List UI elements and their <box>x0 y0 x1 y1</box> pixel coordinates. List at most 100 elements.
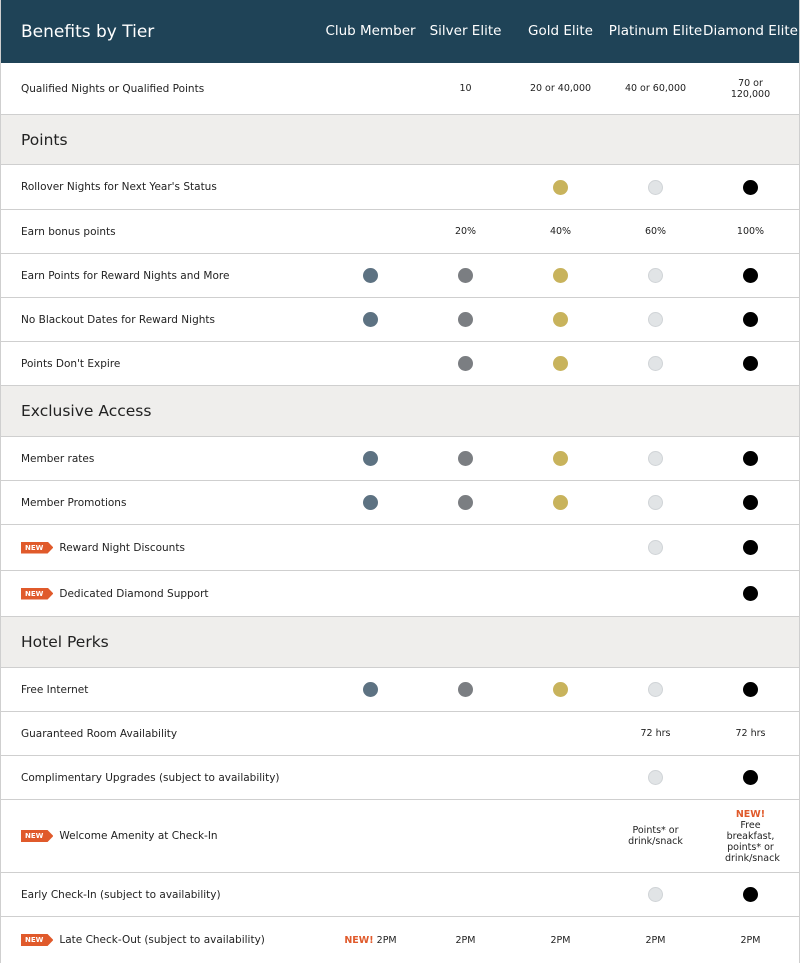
cell: 100% <box>736 226 765 237</box>
row-label: No Blackout Dates for Reward Nights <box>21 313 215 326</box>
club-dot-icon <box>363 495 378 510</box>
diamond-dot-icon <box>743 770 758 785</box>
gold-dot-icon <box>553 356 568 371</box>
table-row: NEW Welcome Amenity at Check-In Points* o… <box>1 800 799 873</box>
table-row: Qualified Nights or Qualified Points 10 … <box>1 63 799 115</box>
gold-dot-icon <box>553 268 568 283</box>
cell: 72 hrs <box>735 728 766 739</box>
table-title: Benefits by Tier <box>21 21 155 42</box>
table-row: Complimentary Upgrades (subject to avail… <box>1 756 799 800</box>
table-row: No Blackout Dates for Reward Nights <box>1 298 799 342</box>
platinum-dot-icon <box>648 312 663 327</box>
row-label: Points Don't Expire <box>21 357 121 370</box>
cell: 2PM <box>550 934 571 946</box>
new-badge: NEW <box>21 587 54 600</box>
row-label-text: Late Check-Out (subject to availability) <box>59 934 265 946</box>
table-row: NEW Dedicated Diamond Support <box>1 571 799 617</box>
table-row: Member rates <box>1 437 799 481</box>
gold-dot-icon <box>553 179 568 195</box>
row-label: Earn Points for Reward Nights and More <box>21 269 230 282</box>
gold-dot-icon <box>553 495 568 510</box>
cell: 40 or 60,000 <box>624 83 687 94</box>
silver-dot-icon <box>458 356 473 371</box>
silver-dot-icon <box>458 495 473 510</box>
cell: 70 or 120,000 <box>730 77 771 100</box>
cell-text: 2PM <box>376 934 397 946</box>
cell: 20 or 40,000 <box>529 83 592 94</box>
platinum-dot-icon <box>648 451 663 466</box>
section-title: Exclusive Access <box>21 402 152 420</box>
diamond-dot-icon <box>743 451 758 466</box>
row-label-text: Dedicated Diamond Support <box>59 587 209 600</box>
cell: 72 hrs <box>640 728 671 739</box>
cell: NEW! Free breakfast, points* or drink/sn… <box>703 809 798 864</box>
cell-text: Free breakfast, points* or drink/snack <box>725 819 780 864</box>
tier-club: Club Member <box>325 23 416 39</box>
row-label-text: Reward Night Discounts <box>59 541 185 554</box>
row-label: NEW Welcome Amenity at Check-In <box>1 830 323 842</box>
new-inline: NEW! <box>735 808 766 820</box>
section-points: Points <box>1 115 799 165</box>
section-title: Points <box>21 130 68 149</box>
row-label: Free Internet <box>21 683 89 696</box>
platinum-dot-icon <box>648 887 663 902</box>
row-label: Earn bonus points <box>21 225 116 238</box>
platinum-dot-icon <box>648 770 663 785</box>
table-row: Guaranteed Room Availability 72 hrs 72 h… <box>1 712 799 756</box>
row-label: Member Promotions <box>21 496 127 509</box>
section-title: Hotel Perks <box>21 633 109 651</box>
new-inline: NEW! <box>344 934 374 946</box>
diamond-dot-icon <box>743 268 758 283</box>
table-row: Earn bonus points 20% 40% 60% 100% <box>1 210 799 254</box>
platinum-dot-icon <box>648 540 663 555</box>
section-exclusive-access: Exclusive Access <box>1 386 799 437</box>
platinum-dot-icon <box>648 495 663 510</box>
diamond-dot-icon <box>743 495 758 510</box>
tier-platinum: Platinum Elite <box>608 23 703 39</box>
cell: 2PM <box>455 934 476 946</box>
row-label: NEW Reward Night Discounts <box>1 541 323 554</box>
row-label: Qualified Nights or Qualified Points <box>21 82 205 95</box>
table-row: NEW Late Check-Out (subject to availabili… <box>1 917 799 963</box>
row-label: NEW Late Check-Out (subject to availabili… <box>1 934 323 946</box>
diamond-dot-icon <box>743 312 758 327</box>
platinum-dot-icon <box>648 356 663 371</box>
diamond-dot-icon <box>743 586 758 601</box>
tier-diamond: Diamond Elite <box>703 23 798 39</box>
silver-dot-icon <box>458 312 473 327</box>
table-row: Free Internet <box>1 668 799 712</box>
benefits-table: Benefits by Tier Club Member Silver Elit… <box>0 0 800 963</box>
new-badge: NEW <box>21 541 54 554</box>
table-row: Member Promotions <box>1 481 799 525</box>
table-row: NEW Reward Night Discounts <box>1 525 799 571</box>
section-hotel-perks: Hotel Perks <box>1 617 799 668</box>
club-dot-icon <box>363 312 378 327</box>
table-header: Benefits by Tier Club Member Silver Elit… <box>1 0 799 63</box>
diamond-dot-icon <box>743 356 758 371</box>
silver-dot-icon <box>458 451 473 466</box>
cell: 10 <box>459 83 472 94</box>
row-label: Early Check-In (subject to availability) <box>21 888 221 901</box>
row-label: Guaranteed Room Availability <box>21 727 178 740</box>
table-row: Earn Points for Reward Nights and More <box>1 254 799 298</box>
diamond-dot-icon <box>743 682 758 697</box>
table-row: Rollover Nights for Next Year's Status <box>1 165 799 210</box>
cell: 60% <box>644 226 667 237</box>
table-row: Early Check-In (subject to availability) <box>1 873 799 917</box>
row-label: NEW Dedicated Diamond Support <box>1 587 323 600</box>
gold-dot-icon <box>553 312 568 327</box>
platinum-dot-icon <box>648 179 663 195</box>
club-dot-icon <box>363 451 378 466</box>
row-label: Complimentary Upgrades (subject to avail… <box>21 771 280 784</box>
club-dot-icon <box>363 682 378 697</box>
gold-dot-icon <box>553 682 568 697</box>
cell: 2PM <box>740 934 761 946</box>
silver-dot-icon <box>458 268 473 283</box>
table-row: Points Don't Expire <box>1 342 799 386</box>
cell: Points* or drink/snack <box>628 825 683 847</box>
cell: NEW! 2PM <box>323 935 418 946</box>
tier-silver: Silver Elite <box>429 23 502 39</box>
row-label-text: Welcome Amenity at Check-In <box>59 830 218 842</box>
tier-gold: Gold Elite <box>528 23 593 39</box>
diamond-dot-icon <box>743 887 758 902</box>
